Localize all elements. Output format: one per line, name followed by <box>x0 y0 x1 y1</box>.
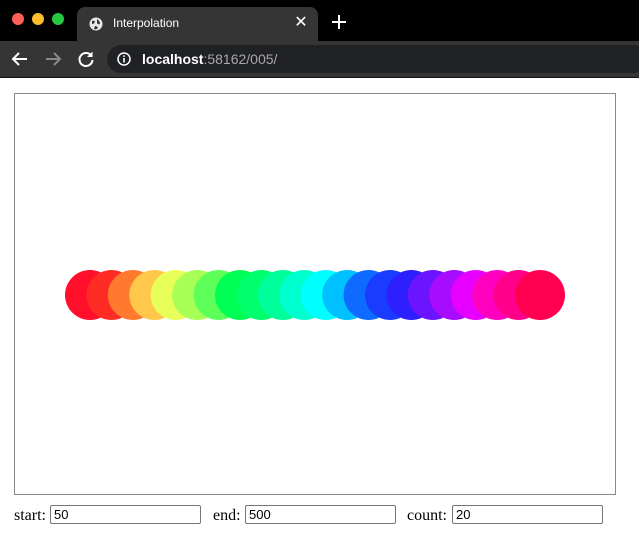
browser-toolbar: localhost:58162/005/ <box>0 41 639 78</box>
window-maximize-button[interactable] <box>52 13 64 25</box>
controls-row: start: end: count: <box>14 505 634 527</box>
start-label: start: <box>14 507 46 524</box>
info-icon[interactable] <box>117 52 131 66</box>
browser-titlebar: Interpolation ✕ <box>0 0 639 41</box>
count-input[interactable] <box>452 505 603 524</box>
end-input[interactable] <box>245 505 396 524</box>
circles-svg <box>65 270 565 320</box>
interpolated-circle <box>515 270 565 320</box>
url-text: localhost:58162/005/ <box>142 51 277 67</box>
count-label: count: <box>407 507 447 524</box>
start-input[interactable] <box>50 505 201 524</box>
address-bar[interactable]: localhost:58162/005/ <box>107 45 639 73</box>
window-minimize-button[interactable] <box>32 13 44 25</box>
tab-title: Interpolation <box>113 16 180 30</box>
arrow-left-icon[interactable] <box>11 50 29 68</box>
arrow-right-icon[interactable] <box>44 50 62 68</box>
url-host: localhost <box>142 51 204 67</box>
reload-icon[interactable] <box>77 50 95 68</box>
plus-icon[interactable] <box>330 13 348 31</box>
drawing-canvas <box>14 93 616 495</box>
browser-tab[interactable]: Interpolation ✕ <box>77 7 318 41</box>
globe-icon <box>89 17 103 31</box>
url-path: :58162/005/ <box>203 51 278 67</box>
window-close-button[interactable] <box>12 13 24 25</box>
tab-close-icon[interactable]: ✕ <box>293 15 309 31</box>
end-label: end: <box>213 507 241 524</box>
